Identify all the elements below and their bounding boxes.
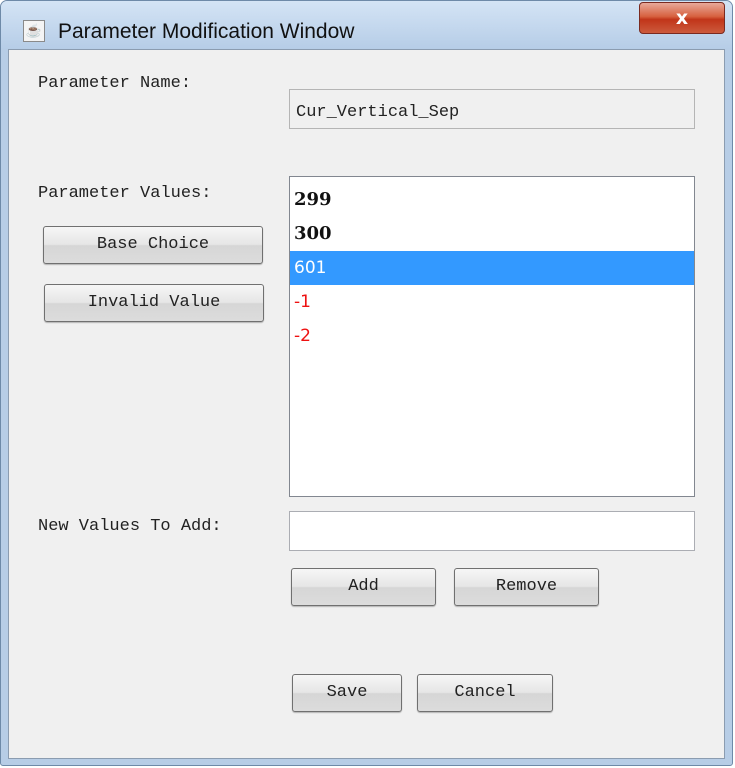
remove-button[interactable]: Remove <box>454 568 599 606</box>
title-bar[interactable]: ☕ Parameter Modification Window x <box>1 1 732 49</box>
close-icon: x <box>675 7 689 29</box>
list-item[interactable]: 300 <box>290 217 694 251</box>
parameter-modification-window: ☕ Parameter Modification Window x Parame… <box>0 0 733 766</box>
parameter-name-value: Cur_Vertical_Sep <box>296 103 460 122</box>
list-item[interactable]: -1 <box>290 285 694 319</box>
add-button[interactable]: Add <box>291 568 436 606</box>
java-cup-icon: ☕ <box>23 20 45 42</box>
save-button[interactable]: Save <box>292 674 402 712</box>
parameter-name-label: Parameter Name: <box>38 74 192 93</box>
new-values-label: New Values To Add: <box>38 517 222 536</box>
parameter-name-field: Cur_Vertical_Sep <box>289 89 695 129</box>
list-item[interactable]: 299 <box>290 183 694 217</box>
list-item-selected[interactable]: 601 <box>290 251 694 285</box>
new-values-input[interactable] <box>289 511 695 551</box>
parameter-values-label: Parameter Values: <box>38 184 212 203</box>
window-title: Parameter Modification Window <box>58 20 355 43</box>
cancel-button[interactable]: Cancel <box>417 674 553 712</box>
close-button[interactable]: x <box>639 2 725 34</box>
dialog-content: Parameter Name: Cur_Vertical_Sep Paramet… <box>8 49 725 759</box>
parameter-values-list[interactable]: 299 300 601 -1 -2 <box>289 176 695 497</box>
list-item[interactable]: -2 <box>290 319 694 353</box>
base-choice-button[interactable]: Base Choice <box>43 226 263 264</box>
invalid-value-button[interactable]: Invalid Value <box>44 284 264 322</box>
